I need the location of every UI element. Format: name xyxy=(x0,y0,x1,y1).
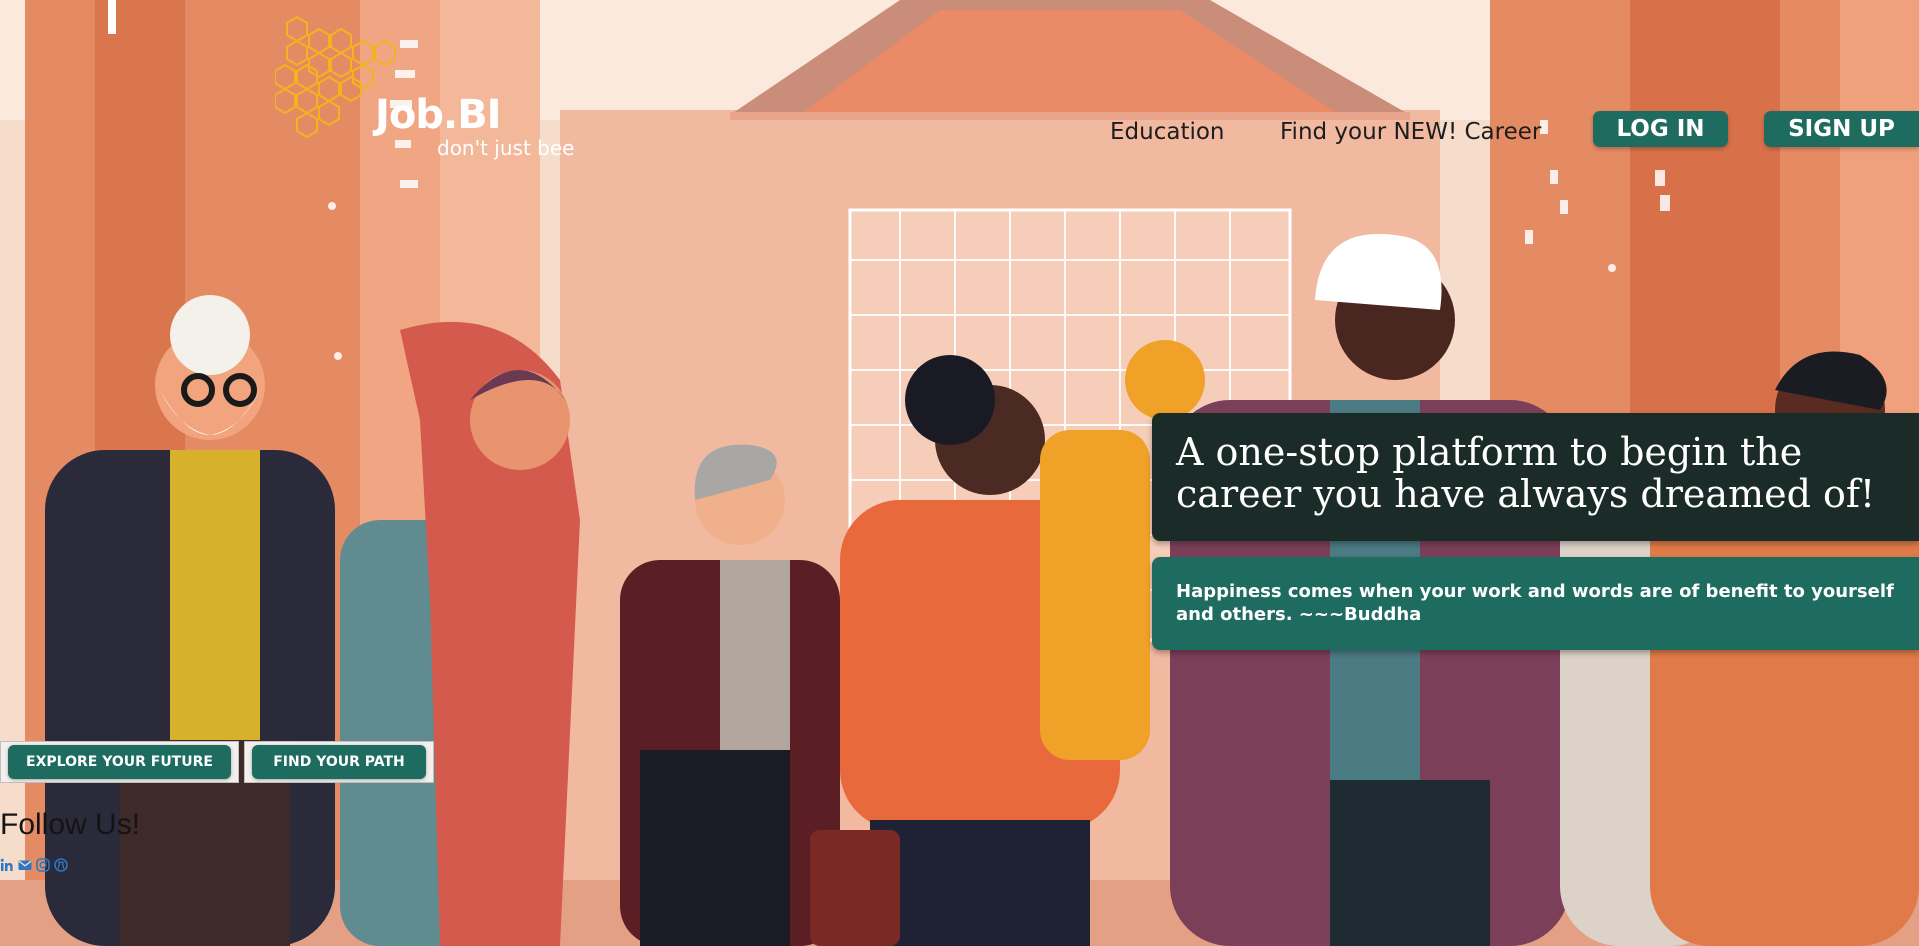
find-path-button[interactable]: FIND YOUR PATH xyxy=(252,745,426,779)
hero-headline-card: A one-stop platform to begin the career … xyxy=(1152,413,1919,541)
explore-future-button[interactable]: EXPLORE YOUR FUTURE xyxy=(8,745,231,779)
follow-us-heading: Follow Us! xyxy=(0,808,141,841)
social-links xyxy=(0,858,68,872)
logo[interactable]: Job.BI don't just bee xyxy=(275,15,595,159)
email-icon[interactable] xyxy=(18,858,32,872)
github-icon[interactable] xyxy=(54,858,68,872)
path-button-wrapper: FIND YOUR PATH xyxy=(244,741,434,783)
quote-card: Happiness comes when your work and words… xyxy=(1152,557,1919,650)
hero-headline: A one-stop platform to begin the career … xyxy=(1176,430,1876,516)
quote-text: Happiness comes when your work and words… xyxy=(1176,581,1894,625)
brand-name: Job.BI xyxy=(375,92,502,138)
login-button[interactable]: LOG IN xyxy=(1593,111,1728,147)
signup-button[interactable]: SIGN UP xyxy=(1764,111,1919,147)
instagram-icon[interactable] xyxy=(36,858,50,872)
brand-tagline: don't just bee xyxy=(437,136,575,160)
nav-link-find-career[interactable]: Find your NEW! Career xyxy=(1280,118,1541,146)
explore-button-wrapper: EXPLORE YOUR FUTURE xyxy=(0,741,239,783)
linkedin-icon[interactable] xyxy=(0,858,14,872)
nav-link-education[interactable]: Education xyxy=(1110,118,1225,146)
